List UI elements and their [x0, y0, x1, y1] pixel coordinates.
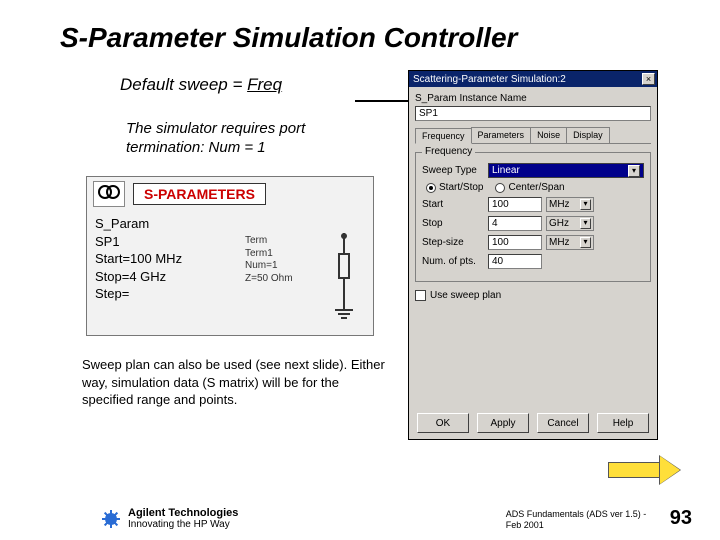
- start-label: Start: [422, 199, 484, 210]
- subtitle-pre: Default sweep =: [120, 75, 247, 94]
- radio-center-span[interactable]: Center/Span: [495, 182, 564, 193]
- next-slide-arrow-icon: [608, 456, 680, 484]
- stop-unit-value: GHz: [549, 218, 569, 229]
- company-name: Agilent Technologies: [128, 507, 238, 519]
- slide-subtitle: Default sweep = Freq: [120, 75, 282, 95]
- apply-button[interactable]: Apply: [477, 413, 529, 433]
- sweep-type-value: Linear: [492, 165, 520, 176]
- chevron-down-icon: ▾: [580, 218, 591, 229]
- sparam-line: Stop=4 GHz: [95, 268, 245, 286]
- use-sweep-plan-label: Use sweep plan: [430, 290, 501, 301]
- slide-footer: Agilent Technologies Innovating the HP W…: [0, 507, 720, 530]
- cancel-button[interactable]: Cancel: [537, 413, 589, 433]
- sparam-line: Step=: [95, 285, 245, 303]
- sweep-type-label: Sweep Type: [422, 165, 484, 176]
- start-unit-value: MHz: [549, 199, 570, 210]
- sweep-type-select[interactable]: Linear ▾: [488, 163, 644, 178]
- tab-parameters[interactable]: Parameters: [471, 127, 532, 143]
- term-resistor-icon: [331, 233, 357, 311]
- dialog-tabs: Frequency Parameters Noise Display: [415, 127, 651, 144]
- chevron-down-icon: ▾: [580, 199, 591, 210]
- sparam-heading: S-PARAMETERS: [133, 183, 266, 205]
- sparam-schematic-block: S-PARAMETERS S_Param SP1 Start=100 MHz S…: [86, 176, 374, 336]
- start-unit-select[interactable]: MHz ▾: [546, 197, 594, 212]
- npts-label: Num. of pts.: [422, 256, 484, 267]
- radio-dot-icon: [495, 183, 505, 193]
- ok-button[interactable]: OK: [417, 413, 469, 433]
- page-number: 93: [670, 507, 692, 530]
- instance-name-label: S_Param Instance Name: [415, 93, 651, 104]
- sweep-plan-note: Sweep plan can also be used (see next sl…: [82, 356, 392, 409]
- footer-course-info: ADS Fundamentals (ADS ver 1.5) - Feb 200…: [506, 509, 656, 530]
- dialog-title: Scattering-Parameter Simulation:2: [413, 74, 566, 85]
- radio-dot-icon: [426, 183, 436, 193]
- tab-display[interactable]: Display: [566, 127, 610, 143]
- stop-input[interactable]: [488, 216, 542, 231]
- sparam-dialog: Scattering-Parameter Simulation:2 × S_Pa…: [408, 70, 658, 440]
- dialog-button-bar: OK Apply Cancel Help: [409, 413, 657, 433]
- chevron-down-icon: ▾: [628, 165, 640, 177]
- slide-title: S-Parameter Simulation Controller: [60, 22, 517, 54]
- stop-label: Stop: [422, 218, 484, 229]
- tab-frequency[interactable]: Frequency: [415, 128, 472, 144]
- stop-unit-select[interactable]: GHz ▾: [546, 216, 594, 231]
- sparam-settings: S_Param SP1 Start=100 MHz Stop=4 GHz Ste…: [95, 215, 245, 303]
- radio-start-stop-label: Start/Stop: [439, 182, 483, 193]
- instance-name-input[interactable]: [415, 106, 651, 121]
- use-sweep-plan-checkbox[interactable]: [415, 290, 426, 301]
- radio-center-span-label: Center/Span: [508, 182, 564, 193]
- step-label: Step-size: [422, 237, 484, 248]
- close-icon[interactable]: ×: [642, 73, 655, 85]
- step-unit-value: MHz: [549, 237, 570, 248]
- agilent-logo-icon: [100, 508, 122, 530]
- frequency-group: Frequency Sweep Type Linear ▾ Start/Stop…: [415, 152, 651, 282]
- simulator-note: The simulator requires port termination:…: [126, 120, 305, 158]
- dialog-titlebar[interactable]: Scattering-Parameter Simulation:2 ×: [409, 71, 657, 87]
- sparam-component-icon: [93, 181, 125, 207]
- sparam-line: SP1: [95, 233, 245, 251]
- start-input[interactable]: [488, 197, 542, 212]
- tab-noise[interactable]: Noise: [530, 127, 567, 143]
- agilent-text: Agilent Technologies Innovating the HP W…: [128, 507, 238, 530]
- npts-input[interactable]: [488, 254, 542, 269]
- help-button[interactable]: Help: [597, 413, 649, 433]
- radio-start-stop[interactable]: Start/Stop: [426, 182, 483, 193]
- subtitle-emph: Freq: [247, 75, 282, 94]
- sparam-line: Start=100 MHz: [95, 250, 245, 268]
- sim-note-line1: The simulator requires port: [126, 120, 305, 139]
- term-component: Term Term1 Num=1 Z=50 Ohm: [245, 215, 365, 303]
- sim-note-line2: termination: Num = 1: [126, 139, 305, 158]
- step-unit-select[interactable]: MHz ▾: [546, 235, 594, 250]
- sparam-line: S_Param: [95, 215, 245, 233]
- company-tagline: Innovating the HP Way: [128, 519, 238, 530]
- frequency-group-title: Frequency: [422, 146, 475, 157]
- step-input[interactable]: [488, 235, 542, 250]
- chevron-down-icon: ▾: [580, 237, 591, 248]
